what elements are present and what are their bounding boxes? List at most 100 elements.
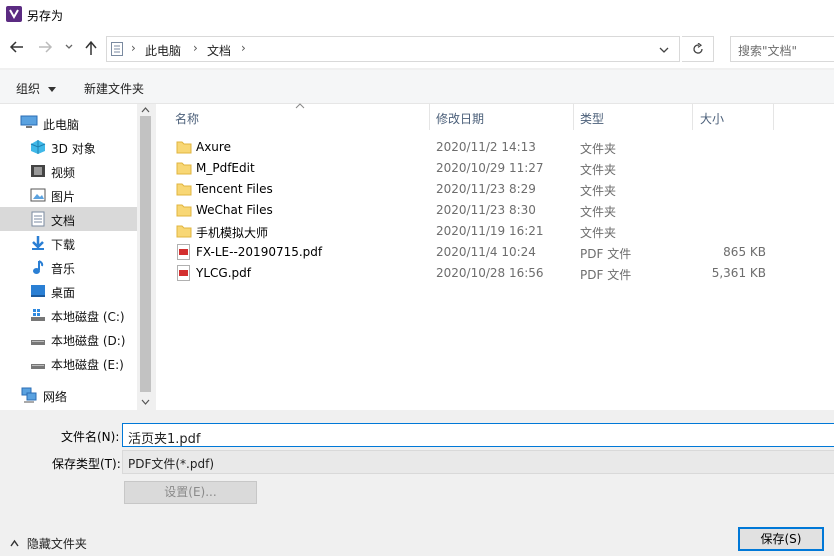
pdf-file-icon [177, 244, 190, 260]
computer-icon [20, 115, 38, 128]
nav-item-desktop[interactable]: 桌面 [0, 279, 137, 303]
organize-label: 组织 [16, 82, 41, 96]
file-date: 2020/11/4 10:24 [436, 245, 536, 259]
column-divider[interactable] [773, 104, 774, 130]
column-divider[interactable] [573, 104, 574, 130]
up-button[interactable] [82, 40, 100, 60]
scroll-down-arrow-icon[interactable] [141, 398, 150, 406]
file-row[interactable]: WeChat Files 2020/11/23 8:30 文件夹 [170, 200, 770, 221]
refresh-button[interactable] [682, 36, 714, 62]
search-box[interactable]: 搜索"文档" [730, 36, 834, 62]
title-bar [0, 0, 834, 30]
file-row[interactable]: 手机模拟大师 2020/11/19 16:21 文件夹 [170, 221, 770, 242]
nav-item-music[interactable]: 音乐 [0, 255, 137, 279]
organize-button[interactable]: 组织 [16, 80, 56, 97]
file-type: 文件夹 [580, 163, 617, 177]
folder-icon [176, 162, 192, 175]
file-date: 2020/11/23 8:29 [436, 182, 536, 196]
filename-input[interactable]: 活页夹1.pdf [122, 423, 834, 447]
file-name: Tencent Files [196, 182, 273, 196]
folder-icon [176, 225, 192, 238]
nav-scrollbar-thumb[interactable] [140, 116, 151, 392]
file-type: PDF 文件 [580, 247, 632, 261]
nav-label: 桌面 [51, 286, 76, 300]
address-bar[interactable]: › 此电脑 › 文档 › [106, 36, 680, 62]
nav-label: 本地磁盘 (E:) [51, 358, 124, 372]
breadcrumb-separator: › [193, 41, 198, 55]
column-divider[interactable] [429, 104, 430, 130]
nav-item-videos[interactable]: 视频 [0, 159, 137, 183]
scroll-up-arrow-icon[interactable] [141, 106, 150, 114]
file-row[interactable]: FX-LE--20190715.pdf 2020/11/4 10:24 PDF … [170, 242, 770, 263]
nav-item-3d-objects[interactable]: 3D 对象 [0, 135, 137, 159]
drive-icon [31, 309, 45, 321]
file-size: 865 KB [723, 245, 766, 259]
drive-icon [31, 340, 45, 345]
column-divider[interactable] [692, 104, 693, 130]
new-folder-button[interactable]: 新建文件夹 [84, 80, 144, 97]
hide-folders-toggle[interactable]: 隐藏文件夹 [10, 535, 87, 552]
video-icon [31, 165, 45, 177]
file-type: 文件夹 [580, 205, 617, 219]
column-header-type[interactable]: 类型 [580, 110, 604, 127]
3d-objects-icon [30, 140, 46, 154]
filename-value: 活页夹1.pdf [128, 432, 201, 447]
document-icon [111, 42, 123, 56]
breadcrumb-this-pc[interactable]: 此电脑 [145, 42, 181, 59]
arrow-up-icon [85, 40, 97, 55]
file-type: PDF 文件 [580, 268, 632, 282]
drive-icon [31, 364, 45, 369]
column-header-size[interactable]: 大小 [700, 110, 724, 127]
nav-item-documents[interactable]: 文档 [0, 207, 137, 231]
nav-item-drive-d[interactable]: 本地磁盘 (D:) [0, 327, 137, 351]
save-button[interactable]: 保存(S) [738, 527, 824, 551]
nav-item-downloads[interactable]: 下载 [0, 231, 137, 255]
filename-label: 文件名(N): [61, 430, 120, 444]
folder-icon [176, 141, 192, 154]
file-date: 2020/10/29 11:27 [436, 161, 544, 175]
nav-label: 视频 [51, 166, 76, 180]
breadcrumb-separator: › [241, 41, 246, 55]
forward-button[interactable] [36, 40, 54, 58]
file-name: WeChat Files [196, 203, 273, 217]
nav-label: 下载 [51, 238, 76, 252]
pictures-icon [30, 188, 46, 202]
nav-item-drive-c[interactable]: 本地磁盘 (C:) [0, 303, 137, 327]
folder-icon [176, 204, 192, 217]
recent-locations-button[interactable] [62, 40, 76, 56]
filetype-select[interactable]: PDF文件(*.pdf) [122, 450, 834, 474]
settings-button[interactable]: 设置(E)... [124, 481, 257, 504]
file-row[interactable]: Axure 2020/11/2 14:13 文件夹 [170, 137, 770, 158]
sort-ascending-icon [295, 103, 305, 109]
column-header-date[interactable]: 修改日期 [436, 110, 484, 127]
nav-item-this-pc[interactable]: 此电脑 [0, 111, 137, 135]
file-row[interactable]: M_PdfEdit 2020/10/29 11:27 文件夹 [170, 158, 770, 179]
nav-item-drive-e[interactable]: 本地磁盘 (E:) [0, 351, 137, 375]
breadcrumb-documents[interactable]: 文档 [207, 42, 231, 59]
network-icon [21, 387, 37, 403]
file-row[interactable]: Tencent Files 2020/11/23 8:29 文件夹 [170, 179, 770, 200]
file-type: 文件夹 [580, 184, 617, 198]
nav-item-network[interactable]: 网络 [0, 383, 137, 407]
file-row[interactable]: YLCG.pdf 2020/10/28 16:56 PDF 文件 5,361 K… [170, 263, 770, 284]
caret-down-icon [47, 87, 56, 92]
file-name: 手机模拟大师 [196, 226, 269, 240]
breadcrumb-separator: › [131, 41, 136, 55]
file-type: 文件夹 [580, 226, 617, 240]
file-name: Axure [196, 140, 231, 154]
file-type: 文件夹 [580, 142, 617, 156]
desktop-icon [31, 285, 45, 297]
search-placeholder: 搜索"文档" [738, 44, 798, 58]
music-icon [33, 260, 44, 274]
nav-item-pictures[interactable]: 图片 [0, 183, 137, 207]
file-date: 2020/11/2 14:13 [436, 140, 536, 154]
file-name: FX-LE--20190715.pdf [196, 245, 323, 259]
chevron-down-icon[interactable] [659, 45, 669, 55]
back-button[interactable] [8, 40, 26, 58]
filetype-label: 保存类型(T): [52, 457, 121, 471]
file-size: 5,361 KB [711, 266, 766, 280]
window-title: 另存为 [27, 9, 64, 23]
column-header-name[interactable]: 名称 [175, 110, 199, 127]
nav-label: 此电脑 [43, 118, 80, 132]
folder-icon [176, 183, 192, 196]
